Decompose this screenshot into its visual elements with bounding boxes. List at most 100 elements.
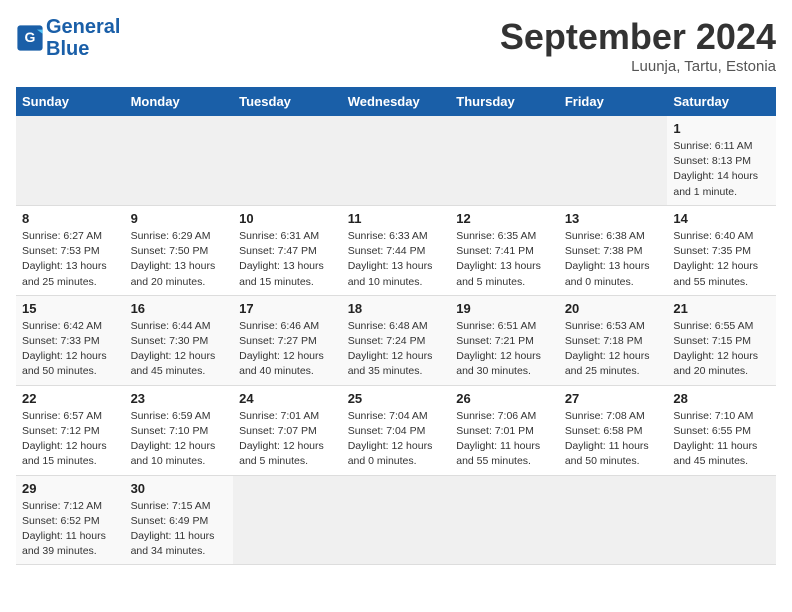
day-number: 21	[673, 301, 770, 316]
day-number: 13	[565, 211, 662, 226]
calendar-header-monday: Monday	[125, 87, 234, 116]
calendar-week-row: 1 Sunrise: 6:11 AMSunset: 8:13 PMDayligh…	[16, 116, 776, 205]
day-info: Sunrise: 7:06 AMSunset: 7:01 PMDaylight:…	[456, 409, 553, 470]
calendar-header-row: SundayMondayTuesdayWednesdayThursdayFrid…	[16, 87, 776, 116]
day-info: Sunrise: 7:10 AMSunset: 6:55 PMDaylight:…	[673, 409, 770, 470]
calendar-cell: 10 Sunrise: 6:31 AMSunset: 7:47 PMDaylig…	[233, 205, 342, 295]
calendar-cell: 17 Sunrise: 6:46 AMSunset: 7:27 PMDaylig…	[233, 295, 342, 385]
calendar-cell	[233, 475, 342, 565]
calendar-week-row: 15 Sunrise: 6:42 AMSunset: 7:33 PMDaylig…	[16, 295, 776, 385]
logo-line1: General	[46, 16, 120, 38]
calendar-cell	[559, 475, 668, 565]
calendar-cell	[16, 116, 125, 205]
calendar-cell	[667, 475, 776, 565]
day-number: 16	[131, 301, 228, 316]
calendar-cell: 24 Sunrise: 7:01 AMSunset: 7:07 PMDaylig…	[233, 385, 342, 475]
logo: G General Blue	[16, 16, 120, 60]
calendar-cell: 8 Sunrise: 6:27 AMSunset: 7:53 PMDayligh…	[16, 205, 125, 295]
day-number: 14	[673, 211, 770, 226]
calendar-header-tuesday: Tuesday	[233, 87, 342, 116]
day-number: 18	[348, 301, 445, 316]
day-info: Sunrise: 6:33 AMSunset: 7:44 PMDaylight:…	[348, 229, 445, 290]
calendar-cell: 30 Sunrise: 7:15 AMSunset: 6:49 PMDaylig…	[125, 475, 234, 565]
calendar-header-wednesday: Wednesday	[342, 87, 451, 116]
calendar-week-row: 29 Sunrise: 7:12 AMSunset: 6:52 PMDaylig…	[16, 475, 776, 565]
calendar-cell: 26 Sunrise: 7:06 AMSunset: 7:01 PMDaylig…	[450, 385, 559, 475]
calendar-cell: 29 Sunrise: 7:12 AMSunset: 6:52 PMDaylig…	[16, 475, 125, 565]
calendar-header-sunday: Sunday	[16, 87, 125, 116]
day-info: Sunrise: 6:31 AMSunset: 7:47 PMDaylight:…	[239, 229, 336, 290]
day-info: Sunrise: 7:08 AMSunset: 6:58 PMDaylight:…	[565, 409, 662, 470]
day-info: Sunrise: 7:04 AMSunset: 7:04 PMDaylight:…	[348, 409, 445, 470]
day-info: Sunrise: 6:40 AMSunset: 7:35 PMDaylight:…	[673, 229, 770, 290]
day-number: 20	[565, 301, 662, 316]
day-info: Sunrise: 6:57 AMSunset: 7:12 PMDaylight:…	[22, 409, 119, 470]
calendar-cell: 12 Sunrise: 6:35 AMSunset: 7:41 PMDaylig…	[450, 205, 559, 295]
calendar-cell: 25 Sunrise: 7:04 AMSunset: 7:04 PMDaylig…	[342, 385, 451, 475]
calendar-cell: 21 Sunrise: 6:55 AMSunset: 7:15 PMDaylig…	[667, 295, 776, 385]
day-info: Sunrise: 6:35 AMSunset: 7:41 PMDaylight:…	[456, 229, 553, 290]
day-number: 27	[565, 391, 662, 406]
page-header: G General Blue September 2024 Luunja, Ta…	[16, 16, 776, 75]
title-block: September 2024 Luunja, Tartu, Estonia	[500, 16, 776, 75]
calendar-cell: 13 Sunrise: 6:38 AMSunset: 7:38 PMDaylig…	[559, 205, 668, 295]
calendar-cell: 19 Sunrise: 6:51 AMSunset: 7:21 PMDaylig…	[450, 295, 559, 385]
calendar-cell: 27 Sunrise: 7:08 AMSunset: 6:58 PMDaylig…	[559, 385, 668, 475]
day-number: 15	[22, 301, 119, 316]
calendar-cell: 16 Sunrise: 6:44 AMSunset: 7:30 PMDaylig…	[125, 295, 234, 385]
day-info: Sunrise: 6:11 AMSunset: 8:13 PMDaylight:…	[673, 139, 770, 200]
day-number: 17	[239, 301, 336, 316]
day-number: 12	[456, 211, 553, 226]
calendar-cell	[450, 475, 559, 565]
day-number: 9	[131, 211, 228, 226]
day-info: Sunrise: 6:44 AMSunset: 7:30 PMDaylight:…	[131, 319, 228, 380]
calendar-week-row: 8 Sunrise: 6:27 AMSunset: 7:53 PMDayligh…	[16, 205, 776, 295]
calendar-cell: 18 Sunrise: 6:48 AMSunset: 7:24 PMDaylig…	[342, 295, 451, 385]
calendar-cell: 15 Sunrise: 6:42 AMSunset: 7:33 PMDaylig…	[16, 295, 125, 385]
calendar-cell	[559, 116, 668, 205]
calendar-cell: 23 Sunrise: 6:59 AMSunset: 7:10 PMDaylig…	[125, 385, 234, 475]
calendar-cell	[450, 116, 559, 205]
calendar-cell: 20 Sunrise: 6:53 AMSunset: 7:18 PMDaylig…	[559, 295, 668, 385]
calendar-week-row: 22 Sunrise: 6:57 AMSunset: 7:12 PMDaylig…	[16, 385, 776, 475]
calendar-cell: 1 Sunrise: 6:11 AMSunset: 8:13 PMDayligh…	[667, 116, 776, 205]
day-number: 22	[22, 391, 119, 406]
day-number: 26	[456, 391, 553, 406]
day-number: 23	[131, 391, 228, 406]
day-info: Sunrise: 6:29 AMSunset: 7:50 PMDaylight:…	[131, 229, 228, 290]
day-info: Sunrise: 6:46 AMSunset: 7:27 PMDaylight:…	[239, 319, 336, 380]
day-number: 1	[673, 121, 770, 136]
calendar-cell: 22 Sunrise: 6:57 AMSunset: 7:12 PMDaylig…	[16, 385, 125, 475]
calendar-cell: 9 Sunrise: 6:29 AMSunset: 7:50 PMDayligh…	[125, 205, 234, 295]
day-number: 11	[348, 211, 445, 226]
calendar-header-thursday: Thursday	[450, 87, 559, 116]
day-info: Sunrise: 6:38 AMSunset: 7:38 PMDaylight:…	[565, 229, 662, 290]
day-number: 19	[456, 301, 553, 316]
day-info: Sunrise: 7:12 AMSunset: 6:52 PMDaylight:…	[22, 499, 119, 560]
day-info: Sunrise: 6:51 AMSunset: 7:21 PMDaylight:…	[456, 319, 553, 380]
day-info: Sunrise: 7:15 AMSunset: 6:49 PMDaylight:…	[131, 499, 228, 560]
day-number: 25	[348, 391, 445, 406]
calendar-header-friday: Friday	[559, 87, 668, 116]
day-info: Sunrise: 6:48 AMSunset: 7:24 PMDaylight:…	[348, 319, 445, 380]
day-info: Sunrise: 6:59 AMSunset: 7:10 PMDaylight:…	[131, 409, 228, 470]
svg-text:G: G	[25, 29, 36, 45]
calendar-cell	[125, 116, 234, 205]
calendar-header-saturday: Saturday	[667, 87, 776, 116]
day-number: 24	[239, 391, 336, 406]
day-info: Sunrise: 6:55 AMSunset: 7:15 PMDaylight:…	[673, 319, 770, 380]
calendar-cell	[342, 116, 451, 205]
logo-line2: Blue	[46, 38, 89, 60]
calendar-cell: 11 Sunrise: 6:33 AMSunset: 7:44 PMDaylig…	[342, 205, 451, 295]
day-info: Sunrise: 6:53 AMSunset: 7:18 PMDaylight:…	[565, 319, 662, 380]
day-info: Sunrise: 6:27 AMSunset: 7:53 PMDaylight:…	[22, 229, 119, 290]
day-number: 28	[673, 391, 770, 406]
calendar-cell: 28 Sunrise: 7:10 AMSunset: 6:55 PMDaylig…	[667, 385, 776, 475]
calendar-table: SundayMondayTuesdayWednesdayThursdayFrid…	[16, 87, 776, 565]
calendar-cell	[342, 475, 451, 565]
day-info: Sunrise: 7:01 AMSunset: 7:07 PMDaylight:…	[239, 409, 336, 470]
day-number: 8	[22, 211, 119, 226]
day-number: 29	[22, 481, 119, 496]
calendar-cell: 14 Sunrise: 6:40 AMSunset: 7:35 PMDaylig…	[667, 205, 776, 295]
day-number: 10	[239, 211, 336, 226]
